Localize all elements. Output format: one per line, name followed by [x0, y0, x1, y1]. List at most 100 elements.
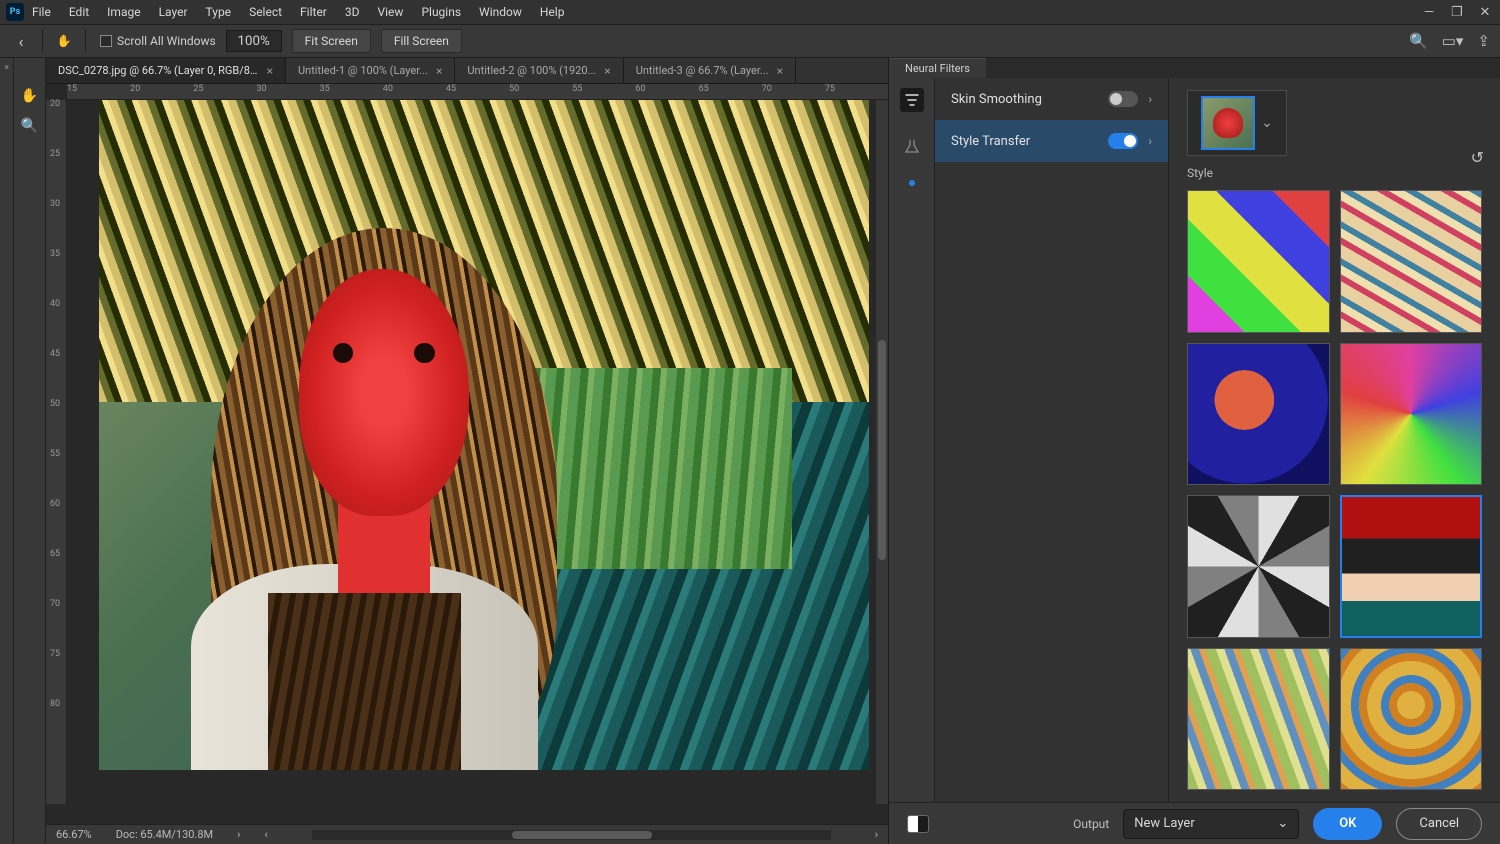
- document-tab-1[interactable]: DSC_0278.jpg @ 66.7% (Layer 0, RGB/8*) *…: [46, 58, 286, 83]
- document-area: DSC_0278.jpg @ 66.7% (Layer 0, RGB/8*) *…: [46, 58, 888, 844]
- tab-close-icon[interactable]: ×: [604, 64, 610, 78]
- style-section-label: Style: [1169, 162, 1500, 190]
- panel-category-sidebar: [889, 78, 935, 802]
- tab-close-icon[interactable]: ×: [777, 64, 783, 78]
- menu-select[interactable]: Select: [249, 5, 282, 19]
- canvas-wrap: 15 20 25 30 35 40 45 50 55 60 65 70 75 2…: [46, 84, 888, 824]
- vertical-scrollbar[interactable]: [876, 100, 888, 804]
- maximize-button[interactable]: ❐: [1448, 5, 1466, 19]
- chevron-down-icon: ⌄: [1277, 816, 1288, 831]
- document-tab-4[interactable]: Untitled-3 @ 66.7% (Layer... ×: [624, 58, 796, 83]
- tab-close-icon[interactable]: ×: [436, 64, 442, 78]
- menu-help[interactable]: Help: [540, 5, 565, 19]
- filter-update-indicator-icon: [909, 180, 915, 186]
- divider: [85, 29, 86, 53]
- title-bar: Ps File Edit Image Layer Type Select Fil…: [0, 0, 1500, 24]
- ruler-horizontal[interactable]: 15 20 25 30 35 40 45 50 55 60 65 70 75: [67, 84, 888, 100]
- document-tab-2[interactable]: Untitled-1 @ 100% (Layer... ×: [286, 58, 455, 83]
- menu-layer[interactable]: Layer: [159, 5, 188, 19]
- menu-3d[interactable]: 3D: [345, 5, 360, 19]
- reset-icon[interactable]: ↺: [1471, 148, 1484, 167]
- tab-title: Untitled-1 @ 100% (Layer...: [298, 64, 428, 77]
- style-preset-5[interactable]: [1187, 495, 1330, 638]
- scroll-all-label: Scroll All Windows: [117, 34, 216, 48]
- tab-title: DSC_0278.jpg @ 66.7% (Layer 0, RGB/8*) *: [58, 64, 259, 77]
- workspace-switcher-icon[interactable]: ▭▾: [1442, 32, 1464, 50]
- style-preview-header: ⌄: [1169, 78, 1500, 162]
- panel-tab-neural-filters[interactable]: Neural Filters: [889, 58, 986, 78]
- image-vest: [268, 593, 461, 770]
- style-preset-8[interactable]: [1340, 648, 1483, 791]
- search-icon[interactable]: 🔍: [1409, 32, 1428, 50]
- ok-button[interactable]: OK: [1313, 808, 1382, 840]
- output-label: Output: [1073, 817, 1109, 831]
- status-doc-size: Doc: 65.4M/130.8M: [116, 828, 213, 841]
- status-zoom: 66.67%: [56, 828, 92, 841]
- menu-plugins[interactable]: Plugins: [421, 5, 461, 19]
- style-preset-6[interactable]: [1340, 495, 1483, 638]
- filter-label: Skin Smoothing: [951, 92, 1098, 107]
- scroll-all-checkbox[interactable]: [100, 35, 112, 47]
- canvas[interactable]: [67, 100, 888, 804]
- style-preset-4[interactable]: [1340, 343, 1483, 486]
- style-grid: [1169, 190, 1500, 802]
- hscroll-left-icon[interactable]: ‹: [264, 828, 267, 841]
- tab-title: Untitled-3 @ 66.7% (Layer...: [636, 64, 769, 77]
- scrollbar-thumb[interactable]: [878, 340, 886, 560]
- style-preset-2[interactable]: [1340, 190, 1483, 333]
- source-preview-dropdown[interactable]: ⌄: [1187, 90, 1287, 156]
- skin-smoothing-toggle[interactable]: [1108, 91, 1138, 107]
- output-select[interactable]: New Layer ⌄: [1123, 809, 1299, 839]
- window-controls: — ❐ ✕: [1420, 5, 1494, 19]
- home-back-button[interactable]: ‹: [10, 30, 32, 52]
- layer-mask-icon[interactable]: [907, 815, 929, 833]
- fit-screen-button[interactable]: Fit Screen: [292, 29, 371, 53]
- app-icon: Ps: [6, 3, 24, 21]
- fill-screen-button[interactable]: Fill Screen: [381, 29, 462, 53]
- zoom-input[interactable]: [226, 30, 282, 52]
- share-icon[interactable]: ⇪: [1477, 32, 1490, 50]
- panel-collapse-strip[interactable]: »: [0, 58, 14, 844]
- style-preset-7[interactable]: [1187, 648, 1330, 791]
- filter-skin-smoothing[interactable]: Skin Smoothing ›: [935, 78, 1168, 120]
- tab-close-icon[interactable]: ×: [267, 64, 273, 78]
- scrollbar-thumb[interactable]: [512, 831, 652, 839]
- zoom-tool[interactable]: 🔍: [18, 114, 42, 138]
- status-bar: 66.67% Doc: 65.4M/130.8M › ‹ ›: [46, 824, 888, 844]
- document-tabs: DSC_0278.jpg @ 66.7% (Layer 0, RGB/8*) *…: [46, 58, 888, 84]
- scroll-all-windows-option[interactable]: Scroll All Windows: [100, 34, 216, 48]
- divider: [42, 29, 43, 53]
- image-figure: [191, 180, 576, 770]
- minimize-button[interactable]: —: [1420, 5, 1438, 19]
- style-preset-3[interactable]: [1187, 343, 1330, 486]
- hand-tool[interactable]: ✋: [18, 84, 42, 108]
- menu-window[interactable]: Window: [479, 5, 522, 19]
- hscroll-right-icon[interactable]: ›: [875, 828, 878, 841]
- menu-view[interactable]: View: [378, 5, 404, 19]
- menu-type[interactable]: Type: [206, 5, 232, 19]
- filter-list: Skin Smoothing › Style Transfer ›: [935, 78, 1169, 802]
- style-preset-1[interactable]: [1187, 190, 1330, 333]
- chevron-right-icon: ›: [1148, 92, 1152, 106]
- menu-image[interactable]: Image: [107, 5, 140, 19]
- cancel-button[interactable]: Cancel: [1396, 808, 1482, 840]
- horizontal-scrollbar[interactable]: [312, 830, 831, 840]
- close-button[interactable]: ✕: [1476, 5, 1494, 19]
- panel-body: Skin Smoothing › Style Transfer › ⌄: [889, 78, 1500, 802]
- ruler-vertical[interactable]: 20 25 30 35 40 45 50 55 60 65 70 75 80: [46, 100, 67, 804]
- style-transfer-toggle[interactable]: [1108, 133, 1138, 149]
- chevron-right-icon: ›: [1148, 134, 1152, 148]
- menu-file[interactable]: File: [32, 5, 51, 19]
- menu-edit[interactable]: Edit: [69, 5, 89, 19]
- left-toolbox: ✋ 🔍: [14, 58, 46, 844]
- filter-category-beta-icon[interactable]: [900, 134, 924, 158]
- output-value: New Layer: [1134, 816, 1195, 831]
- filter-label: Style Transfer: [951, 134, 1098, 149]
- filter-category-all-icon[interactable]: [900, 88, 924, 112]
- filter-style-transfer[interactable]: Style Transfer ›: [935, 120, 1168, 162]
- status-expand-icon[interactable]: ›: [237, 828, 240, 841]
- source-preview-thumb: [1201, 96, 1255, 150]
- menu-filter[interactable]: Filter: [300, 5, 327, 19]
- document-tab-3[interactable]: Untitled-2 @ 100% (1920... ×: [455, 58, 623, 83]
- style-options-panel: ⌄ ↺ Style: [1169, 78, 1500, 802]
